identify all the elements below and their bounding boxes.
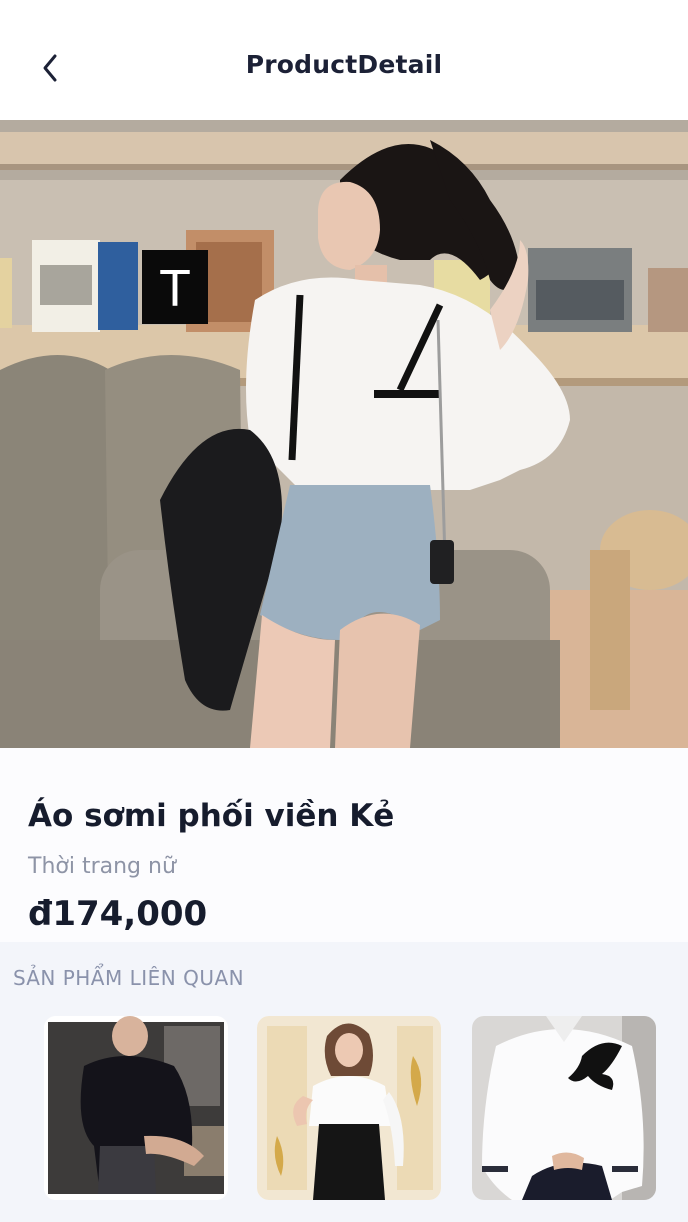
product-image: T bbox=[0, 120, 688, 748]
related-product-image bbox=[257, 1016, 441, 1200]
related-product-card[interactable] bbox=[472, 1016, 656, 1200]
related-product-card[interactable] bbox=[257, 1016, 441, 1200]
app-header: ProductDetail bbox=[0, 0, 688, 120]
related-products-title: SẢN PHẨM LIÊN QUAN bbox=[13, 966, 245, 990]
related-products-section: SẢN PHẨM LIÊN QUAN bbox=[0, 942, 688, 1222]
product-price: đ174,000 bbox=[28, 894, 208, 934]
store-sign-letter: T bbox=[159, 260, 191, 318]
related-product-image bbox=[44, 1016, 228, 1200]
related-product-image bbox=[472, 1016, 656, 1200]
product-info: Áo sơmi phối viền Kẻ Thời trang nữ đ174,… bbox=[0, 748, 688, 942]
related-product-card[interactable] bbox=[44, 1016, 228, 1200]
product-name: Áo sơmi phối viền Kẻ bbox=[28, 798, 395, 834]
product-category: Thời trang nữ bbox=[28, 854, 176, 879]
page-title: ProductDetail bbox=[245, 50, 443, 79]
